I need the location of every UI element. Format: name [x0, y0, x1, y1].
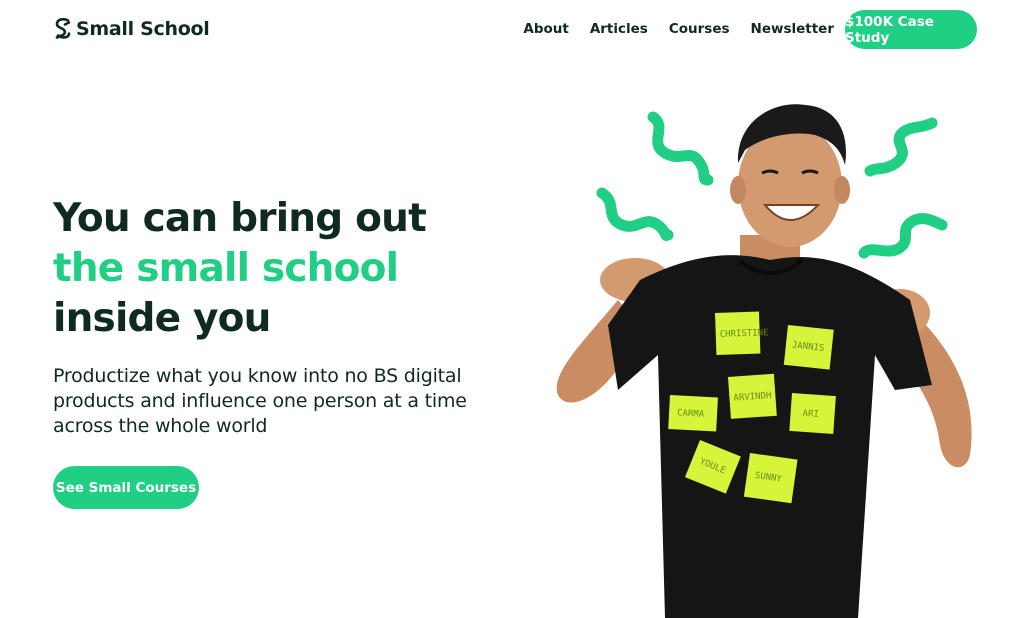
sticky-note-ari: ARI: [789, 393, 836, 434]
person-illustration: CHRISTINE JANNIS CARMA ARVINDH ARI YOULE…: [556, 104, 972, 618]
left-ear: [730, 176, 746, 204]
sticky-note-arvindh: ARVINDH: [728, 373, 777, 419]
headline-line-2-accent: the small school: [53, 246, 399, 291]
squiggle-2: [596, 187, 674, 241]
headline-line-1: You can bring out: [53, 196, 427, 241]
squiggle-3: [864, 117, 938, 177]
nav-courses-link[interactable]: Courses: [669, 21, 730, 37]
headline-line-3: inside you: [53, 296, 271, 341]
nav-newsletter-link[interactable]: Newsletter: [751, 21, 834, 37]
sticky-note-sunny: SUNNY: [743, 453, 798, 504]
case-study-button[interactable]: $100K Case Study: [845, 10, 977, 49]
sticky-note-jannis: JANNIS: [783, 325, 834, 370]
sticky-note-carma: CARMA: [668, 395, 718, 432]
site-header: Small School About Articles Courses News…: [0, 0, 1024, 60]
main-nav: About Articles Courses Newsletter: [523, 21, 834, 37]
right-ear: [834, 176, 850, 204]
nav-articles-link[interactable]: Articles: [590, 21, 648, 37]
s-logo-icon: [55, 17, 71, 39]
hero-headline: You can bring out the small school insid…: [53, 194, 427, 344]
brand-name: Small School: [76, 18, 210, 40]
squiggle-1: [647, 111, 714, 186]
svg-text:ARI: ARI: [802, 409, 819, 420]
black-tshirt: [608, 255, 932, 618]
squiggle-4: [858, 213, 948, 259]
hero-illustration: CHRISTINE JANNIS CARMA ARVINDH ARI YOULE…: [540, 85, 1010, 618]
svg-text:CHRISTINE: CHRISTINE: [720, 328, 769, 340]
nav-about-link[interactable]: About: [523, 21, 568, 37]
see-courses-button[interactable]: See Small Courses: [53, 466, 199, 509]
hero-subheadline: Productize what you know into no BS digi…: [53, 365, 467, 437]
brand-logo[interactable]: Small School: [54, 17, 210, 41]
svg-text:CARMA: CARMA: [677, 408, 705, 419]
